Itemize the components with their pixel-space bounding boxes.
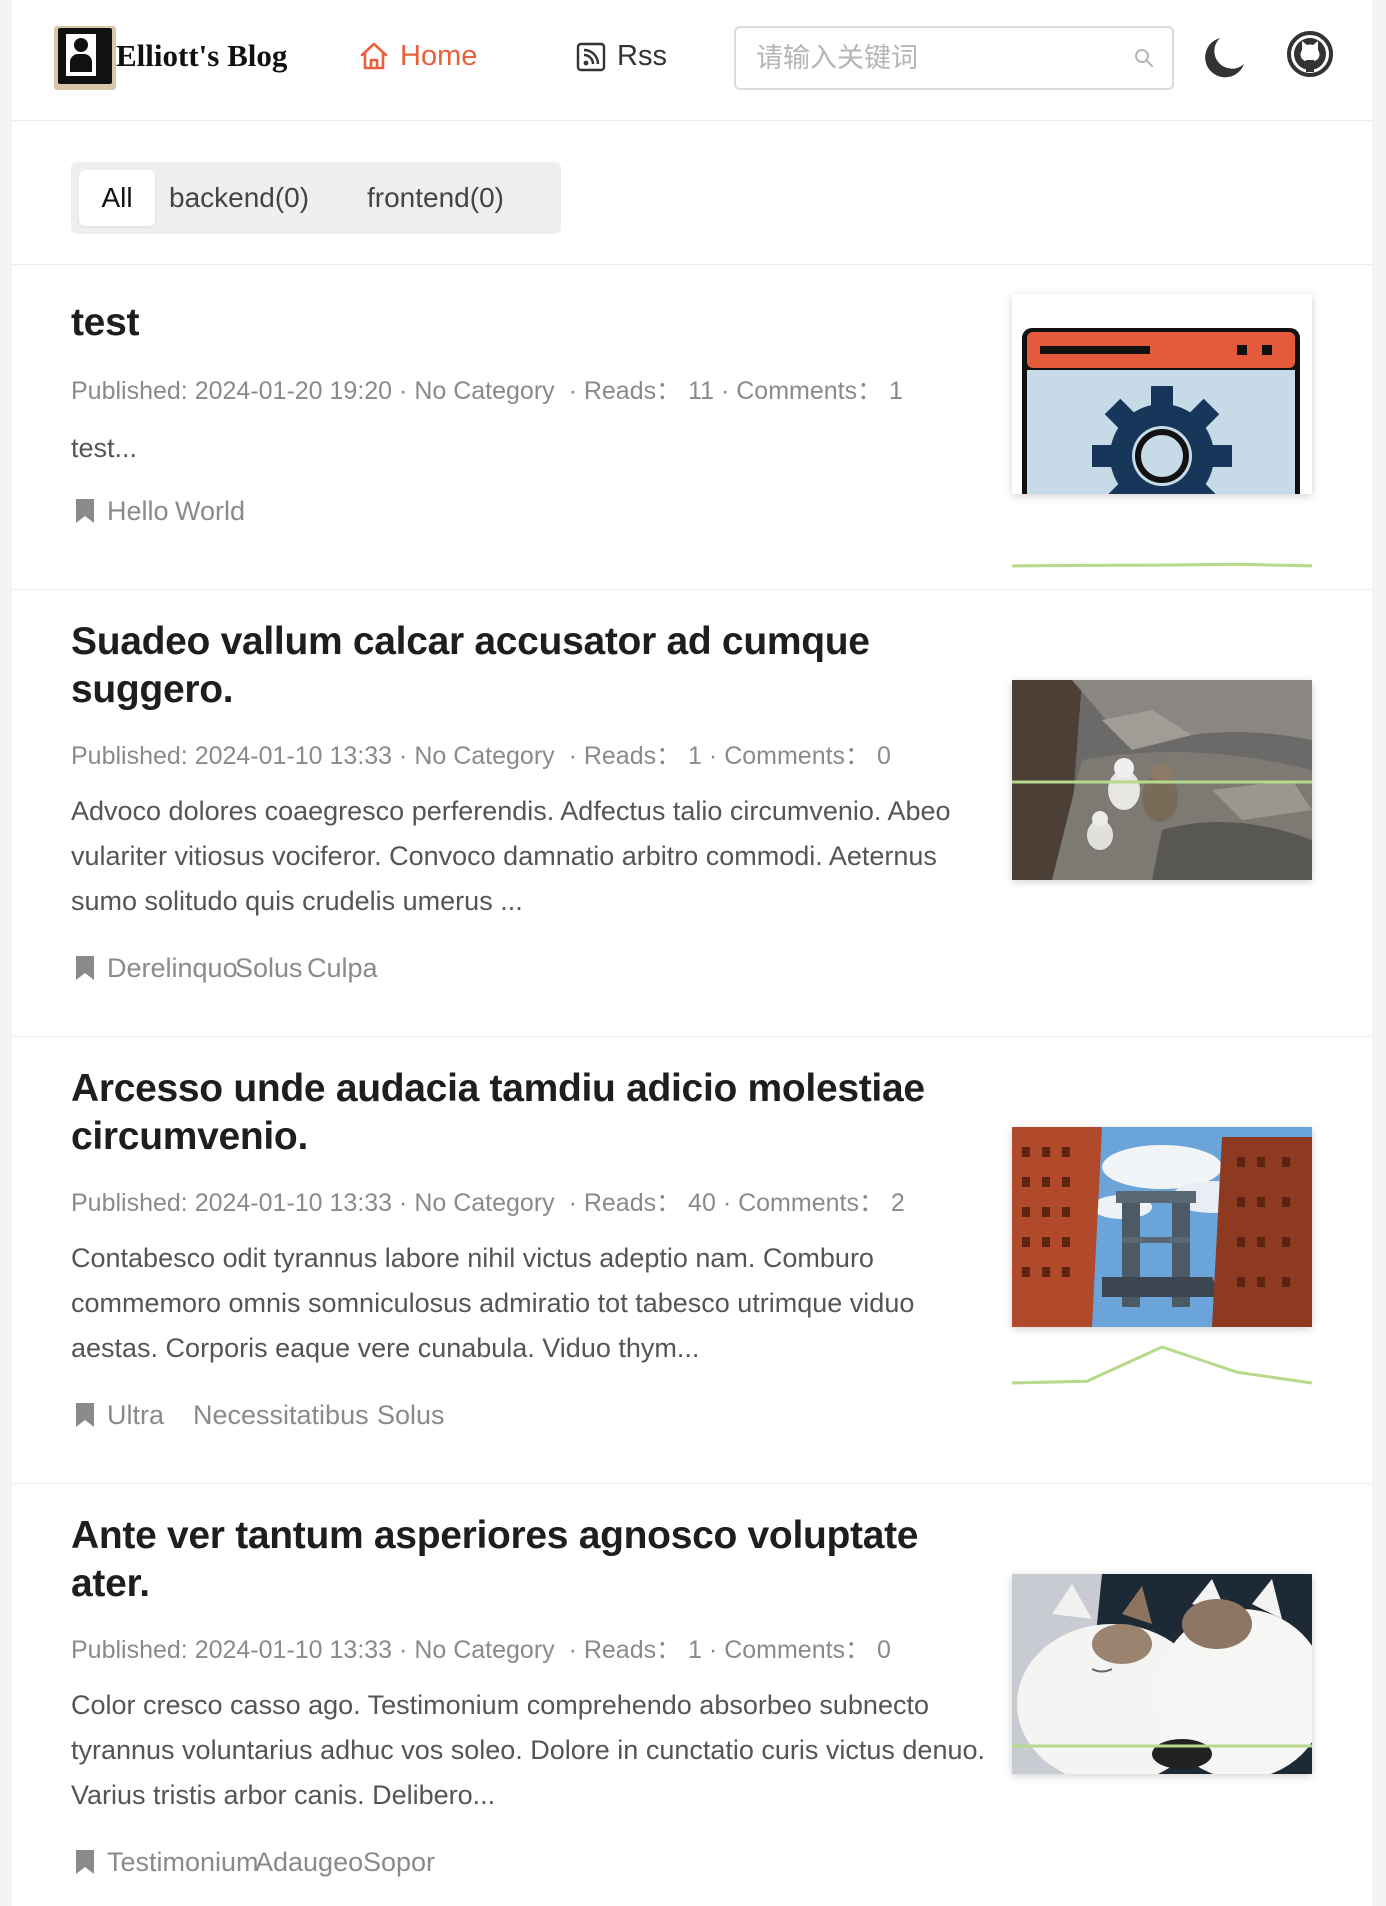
post-tags: Testimonium Adaugeo Sopor bbox=[71, 1844, 571, 1880]
tag[interactable]: Necessitatibus bbox=[193, 1397, 369, 1433]
post-reads: Reads： 1 bbox=[583, 1636, 702, 1664]
nav-home-label: Home bbox=[400, 40, 478, 72]
post-comments: Comments： 1 bbox=[736, 377, 903, 405]
post-meta: Published: 2024-01-20 19:20 · No Categor… bbox=[71, 377, 903, 405]
category-bar: All backend(0) frontend(0) bbox=[12, 121, 1372, 265]
post-title[interactable]: test bbox=[71, 299, 971, 347]
site-title[interactable]: Elliott's Blog bbox=[116, 34, 287, 78]
tag[interactable]: Ultra bbox=[107, 1397, 164, 1433]
home-icon bbox=[360, 42, 388, 70]
post-date: Published: 2024-01-10 13:33 bbox=[71, 1189, 393, 1217]
post-date: Published: 2024-01-10 13:33 bbox=[71, 742, 393, 770]
search-box bbox=[734, 26, 1174, 90]
moon-icon[interactable] bbox=[1200, 34, 1248, 82]
post-item[interactable]: test Published: 2024-01-20 19:20 · No Ca… bbox=[12, 265, 1372, 590]
post-meta: Published: 2024-01-10 13:33 · No Categor… bbox=[71, 1636, 891, 1664]
post-item[interactable]: Arcesso unde audacia tamdiu adicio moles… bbox=[12, 1037, 1372, 1484]
sparkline-path bbox=[1012, 562, 1312, 568]
post-title[interactable]: Ante ver tantum asperiores agnosco volup… bbox=[71, 1512, 971, 1608]
reads-sparkline bbox=[1012, 562, 1312, 568]
post-comments: Comments： 0 bbox=[724, 742, 891, 770]
tag[interactable]: Adaugeo bbox=[255, 1844, 363, 1880]
post-excerpt: Contabesco odit tyrannus labore nihil vi… bbox=[71, 1243, 915, 1363]
post-thumbnail[interactable] bbox=[1012, 1127, 1312, 1327]
tag[interactable]: Hello bbox=[107, 493, 169, 529]
manhattan-bridge-photo bbox=[1012, 1127, 1312, 1327]
gear-illustration bbox=[1022, 328, 1300, 494]
post-comments: Comments： 0 bbox=[724, 1636, 891, 1664]
post-date: Published: 2024-01-10 13:33 bbox=[71, 1636, 393, 1664]
tab-backend[interactable]: backend(0) bbox=[169, 170, 309, 226]
post-tags: Hello World bbox=[71, 493, 471, 529]
post-category[interactable]: No Category bbox=[414, 1636, 554, 1664]
post-reads: Reads： 1 bbox=[583, 742, 702, 770]
post-category[interactable]: No Category bbox=[414, 377, 554, 405]
post-reads: Reads： 11 bbox=[583, 377, 715, 405]
post-excerpt: test... bbox=[71, 433, 138, 463]
bookmark-icon bbox=[76, 1403, 94, 1427]
post-item[interactable]: Suadeo vallum calcar accusator ad cumque… bbox=[12, 590, 1372, 1037]
post-reads: Reads： 40 bbox=[583, 1189, 716, 1217]
bookmark-icon bbox=[76, 956, 94, 980]
tag[interactable]: Solus bbox=[235, 950, 303, 986]
post-title[interactable]: Suadeo vallum calcar accusator ad cumque… bbox=[71, 618, 971, 714]
post-category[interactable]: No Category bbox=[414, 1189, 554, 1217]
post-thumbnail[interactable] bbox=[1012, 294, 1312, 494]
post-date: Published: 2024-01-20 19:20 bbox=[71, 377, 393, 405]
tab-all[interactable]: All bbox=[79, 170, 155, 226]
tag[interactable]: Culpa bbox=[307, 950, 378, 986]
tag[interactable]: Sopor bbox=[363, 1844, 435, 1880]
reads-sparkline bbox=[1012, 1744, 1312, 1748]
search-icon[interactable] bbox=[1132, 46, 1156, 70]
rss-icon bbox=[576, 42, 606, 72]
post-excerpt: Color cresco casso ago. Testimonium comp… bbox=[71, 1690, 985, 1810]
reads-sparkline bbox=[1012, 780, 1312, 784]
tag[interactable]: Derelinquo bbox=[107, 950, 238, 986]
tag[interactable]: Solus bbox=[377, 1397, 445, 1433]
bookmark-icon bbox=[76, 1850, 94, 1874]
tag[interactable]: World bbox=[175, 493, 245, 529]
nav-rss-label: Rss bbox=[617, 40, 667, 72]
category-tabs: All backend(0) frontend(0) bbox=[71, 162, 561, 234]
tag[interactable]: Testimonium bbox=[107, 1844, 259, 1880]
search-input[interactable] bbox=[756, 28, 1116, 88]
post-tags: Ultra Necessitatibus Solus bbox=[71, 1397, 571, 1433]
page: Elliott's Blog Home Rss 请输入关键词 All backe… bbox=[12, 0, 1372, 1906]
sparkline-path bbox=[1012, 1345, 1312, 1385]
post-excerpt: Advoco dolores coaegresco perferendis. A… bbox=[71, 796, 951, 916]
post-item[interactable]: Ante ver tantum asperiores agnosco volup… bbox=[12, 1484, 1372, 1906]
post-meta: Published: 2024-01-10 13:33 · No Categor… bbox=[71, 1189, 905, 1217]
site-logo[interactable] bbox=[54, 26, 116, 90]
post-meta: Published: 2024-01-10 13:33 · No Categor… bbox=[71, 742, 891, 770]
post-tags: Derelinquo Solus Culpa bbox=[71, 950, 571, 986]
bookmark-icon bbox=[76, 499, 94, 523]
header: Elliott's Blog Home Rss bbox=[12, 0, 1372, 121]
reads-sparkline bbox=[1012, 1345, 1312, 1385]
post-title[interactable]: Arcesso unde audacia tamdiu adicio moles… bbox=[71, 1065, 971, 1161]
post-category[interactable]: No Category bbox=[414, 742, 554, 770]
github-icon[interactable] bbox=[1286, 30, 1334, 78]
post-comments: Comments： 2 bbox=[738, 1189, 905, 1217]
tab-frontend[interactable]: frontend(0) bbox=[367, 170, 504, 226]
